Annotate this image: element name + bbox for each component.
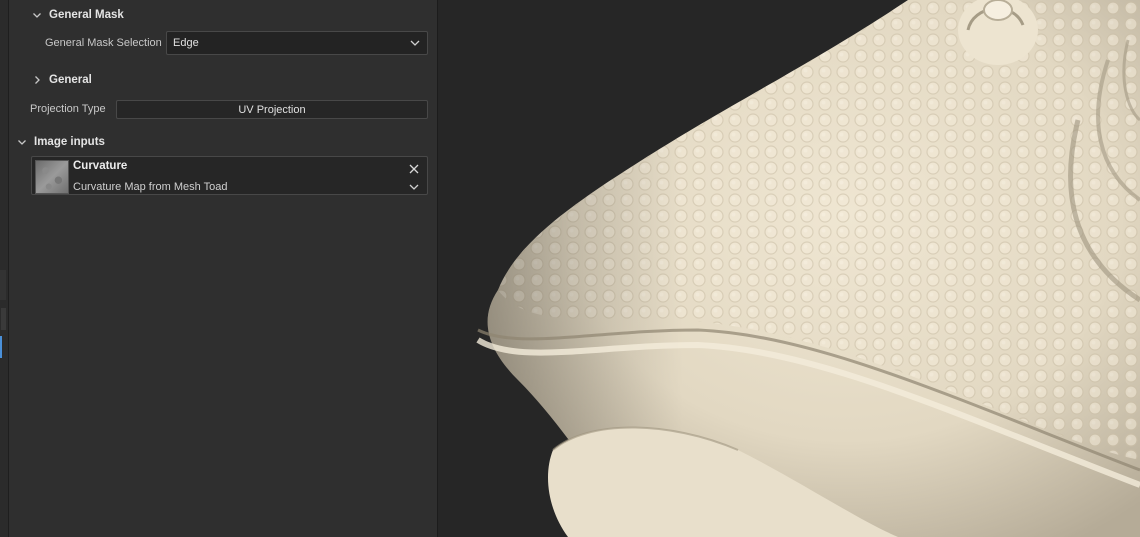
section-general[interactable]: General (31, 74, 92, 86)
chevron-right-icon (35, 76, 40, 84)
toolbar-slot[interactable] (1, 308, 6, 330)
close-icon[interactable] (407, 162, 421, 176)
projection-type-label: Projection Type (30, 103, 106, 115)
image-input-title: Curvature (73, 160, 128, 172)
toad-model-render (476, 0, 1140, 537)
chevron-down-icon (410, 40, 420, 46)
projection-type-selector[interactable]: UV Projection (116, 100, 428, 119)
section-image-inputs[interactable]: Image inputs (16, 136, 105, 148)
section-general-mask[interactable]: General Mask (31, 9, 124, 21)
section-title: Image inputs (34, 136, 105, 148)
general-mask-selection-label: General Mask Selection (45, 37, 162, 49)
properties-panel: General Mask General Mask Selection Edge… (9, 0, 438, 537)
active-indicator (0, 336, 2, 358)
3d-viewport[interactable] (438, 0, 1140, 537)
toolbar-slot[interactable] (0, 270, 6, 300)
image-input-card[interactable]: Curvature Curvature Map from Mesh Toad (31, 156, 428, 195)
chevron-down-icon (18, 140, 26, 145)
projection-type-value: UV Projection (238, 103, 306, 116)
image-input-source: Curvature Map from Mesh Toad (73, 181, 228, 193)
curvature-thumbnail (35, 160, 69, 194)
dropdown-value: Edge (173, 37, 199, 49)
left-toolbar-strip (0, 0, 9, 537)
chevron-down-icon (33, 13, 41, 18)
chevron-down-icon[interactable] (407, 180, 421, 194)
general-mask-selection-dropdown[interactable]: Edge (166, 31, 428, 55)
section-title: General (49, 74, 92, 86)
section-title: General Mask (49, 9, 124, 21)
